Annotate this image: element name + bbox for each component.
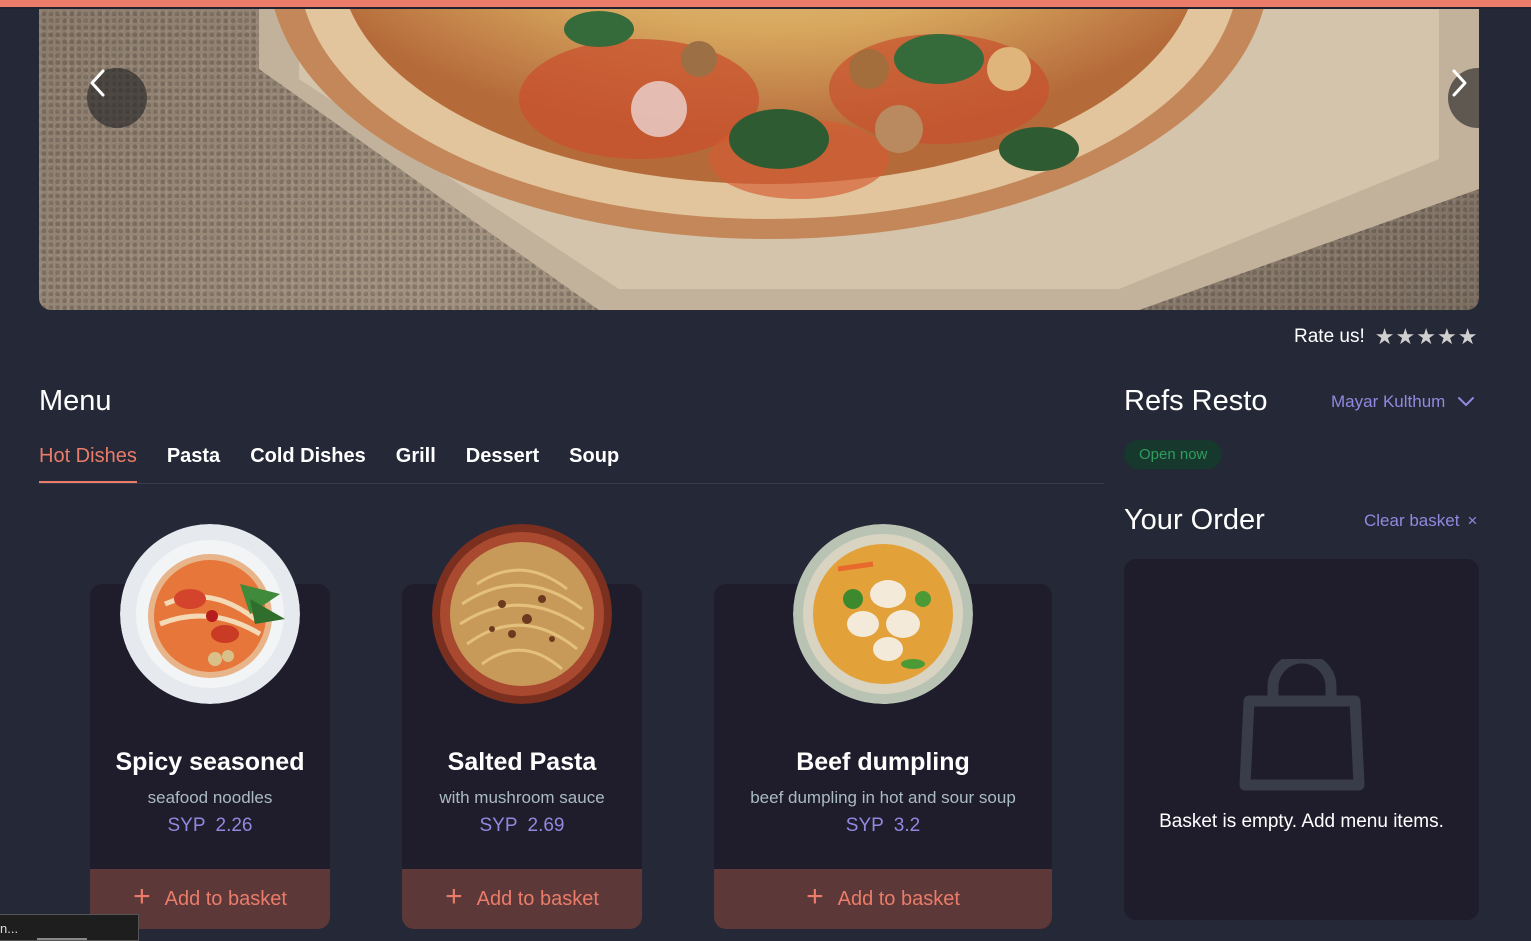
add-to-basket-label: Add to basket xyxy=(476,887,599,910)
menu-item-card: Salted Pasta with mushroom sauce SYP 2.69… xyxy=(402,524,642,929)
star-icon[interactable]: ★ xyxy=(1416,326,1436,348)
rating-label: Rate us! xyxy=(1294,326,1365,347)
price-currency: SYP xyxy=(479,815,518,836)
add-to-basket-label: Add to basket xyxy=(837,887,960,910)
shopping-bag-icon xyxy=(1239,659,1365,791)
restaurant-name: Refs Resto xyxy=(1124,385,1268,417)
status-tooltip-bar xyxy=(37,938,87,940)
price-value: 2.69 xyxy=(527,815,565,836)
chevron-down-icon xyxy=(1458,397,1475,406)
plus-icon: + xyxy=(133,880,151,913)
status-badge: Open now xyxy=(1124,440,1223,469)
hero-banner xyxy=(39,9,1479,310)
star-icon[interactable]: ★ xyxy=(1437,326,1457,348)
price-value: 3.2 xyxy=(893,815,921,836)
menu-item-card: Spicy seasoned seafood noodles SYP 2.26 +… xyxy=(90,524,330,929)
tab-hot-dishes[interactable]: Hot Dishes xyxy=(39,443,137,483)
close-icon: × xyxy=(1467,511,1478,530)
add-to-basket-button[interactable]: + Add to basket xyxy=(402,869,642,929)
menu-item-card: Beef dumpling beef dumpling in hot and s… xyxy=(714,524,1052,929)
dish-price: SYP 2.69 xyxy=(402,815,642,837)
star-icon[interactable]: ★ xyxy=(1375,326,1395,348)
tab-cold-dishes[interactable]: Cold Dishes xyxy=(250,443,366,483)
add-to-basket-label: Add to basket xyxy=(164,887,287,910)
star-icon[interactable]: ★ xyxy=(1396,326,1416,348)
order-title: Your Order xyxy=(1124,504,1265,536)
basket-panel: Basket is empty. Add menu items. xyxy=(1124,559,1479,920)
chevron-left-icon xyxy=(90,69,105,97)
menu-title: Menu xyxy=(39,385,112,417)
dish-name: Salted Pasta xyxy=(447,748,597,776)
clear-basket-button[interactable]: Clear basket × xyxy=(1364,511,1477,531)
top-accent-bar xyxy=(0,0,1531,7)
dish-description: with mushroom sauce xyxy=(439,788,605,807)
status-tooltip: n... xyxy=(0,914,139,941)
clear-basket-label: Clear basket xyxy=(1364,511,1460,530)
dish-image xyxy=(793,524,973,704)
star-rating[interactable]: ★ ★ ★ ★ ★ xyxy=(1375,326,1478,348)
category-tabs: Hot Dishes Pasta Cold Dishes Grill Desse… xyxy=(39,443,1104,484)
tab-grill[interactable]: Grill xyxy=(396,443,436,483)
dish-price: SYP 2.26 xyxy=(90,815,330,837)
dish-name: Beef dumpling xyxy=(796,748,970,776)
plus-icon: + xyxy=(806,880,824,913)
empty-basket-message: Basket is empty. Add menu items. xyxy=(1159,811,1444,832)
price-value: 2.26 xyxy=(215,815,253,836)
price-currency: SYP xyxy=(167,815,206,836)
carousel-prev-button[interactable] xyxy=(87,68,147,128)
hero-pizza-image xyxy=(259,9,1479,310)
tab-pasta[interactable]: Pasta xyxy=(167,443,220,483)
status-tooltip-text: n... xyxy=(0,921,19,936)
dish-image xyxy=(432,524,612,704)
dish-description: beef dumpling in hot and sour soup xyxy=(750,788,1016,807)
chevron-right-icon xyxy=(1452,69,1467,97)
tab-soup[interactable]: Soup xyxy=(569,443,619,483)
plus-icon: + xyxy=(445,880,463,913)
price-currency: SYP xyxy=(845,815,884,836)
dish-name: Spicy seasoned xyxy=(115,748,305,776)
dish-image xyxy=(120,524,300,704)
user-name: Mayar Kulthum xyxy=(1331,392,1446,411)
add-to-basket-button[interactable]: + Add to basket xyxy=(714,869,1052,929)
tab-dessert[interactable]: Dessert xyxy=(466,443,539,483)
user-menu[interactable]: Mayar Kulthum xyxy=(1331,392,1475,412)
dish-description: seafood noodles xyxy=(147,788,273,807)
star-icon[interactable]: ★ xyxy=(1458,326,1478,348)
dish-price: SYP 3.2 xyxy=(714,815,1052,837)
rating-widget: Rate us! ★ ★ ★ ★ ★ xyxy=(1294,326,1477,348)
